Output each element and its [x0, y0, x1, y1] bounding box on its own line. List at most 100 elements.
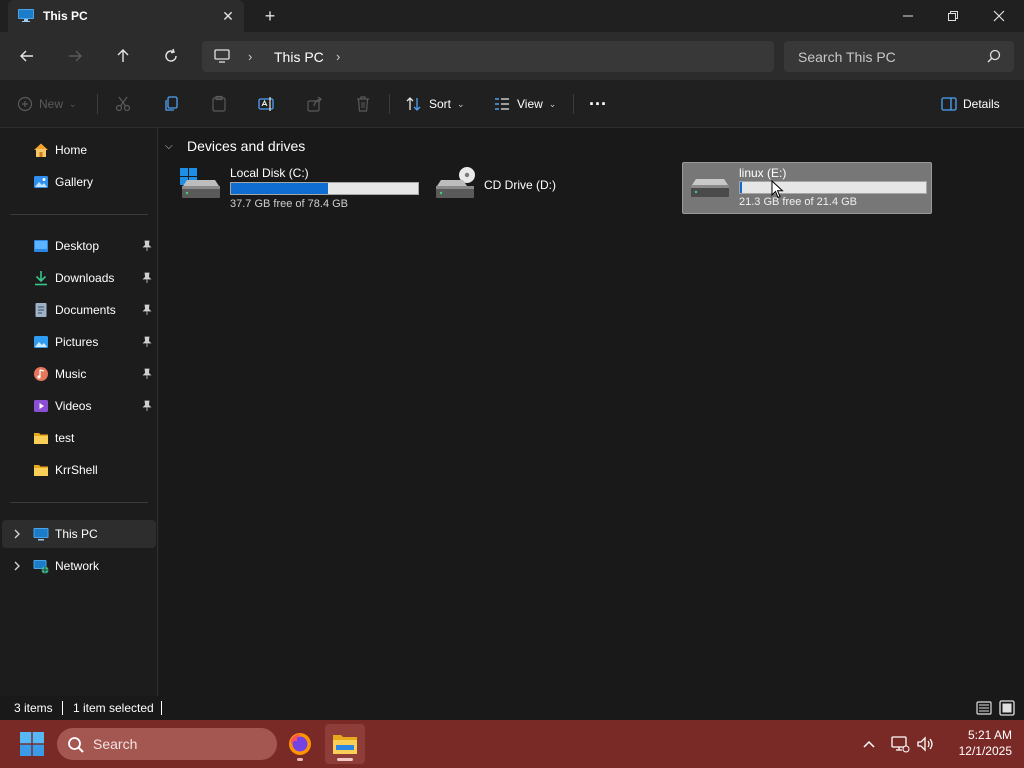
sidebar-item-pictures[interactable]: Pictures: [2, 328, 156, 356]
firefox-icon: [289, 733, 311, 755]
rename-icon: [258, 97, 274, 111]
sort-button[interactable]: Sort ⌄: [405, 92, 465, 116]
new-tab-button[interactable]: +: [258, 6, 282, 26]
group-header-devices[interactable]: ⌵ Devices and drives: [165, 138, 305, 154]
drive-item-e[interactable]: linux (E:) 21.3 GB free of 21.4 GB: [682, 162, 932, 214]
up-button[interactable]: [109, 42, 137, 70]
divider: [97, 94, 98, 114]
minimize-button[interactable]: [885, 0, 931, 32]
details-pane-icon: [941, 97, 957, 111]
chevron-right-icon[interactable]: [12, 560, 22, 572]
drive-item-d[interactable]: CD Drive (D:): [413, 162, 663, 214]
pin-icon[interactable]: [141, 304, 153, 316]
this-pc-icon: [18, 9, 34, 22]
home-icon: [34, 143, 48, 157]
pin-icon[interactable]: [141, 336, 153, 348]
drive-free-space: 21.3 GB free of 21.4 GB: [739, 196, 858, 208]
chevron-right-icon[interactable]: ›: [248, 49, 252, 64]
sidebar-item-gallery[interactable]: Gallery: [2, 168, 156, 196]
address-bar[interactable]: › This PC ›: [202, 41, 774, 72]
desktop-folder-icon: [34, 240, 48, 252]
copy-button[interactable]: [162, 92, 180, 116]
breadcrumb-this-pc[interactable]: This PC: [274, 49, 324, 65]
clock-date: 12/1/2025: [958, 744, 1012, 758]
cut-button[interactable]: [114, 92, 132, 116]
sidebar-item-network[interactable]: Network: [2, 552, 156, 580]
sidebar-item-downloads[interactable]: Downloads: [2, 264, 156, 292]
view-label: View: [517, 97, 543, 111]
taskbar-file-explorer[interactable]: [325, 724, 365, 764]
sidebar-item-documents[interactable]: Documents: [2, 296, 156, 324]
details-view-icon[interactable]: [976, 700, 992, 716]
sidebar-item-label: This PC: [55, 527, 98, 541]
details-label: Details: [963, 97, 1000, 111]
clipboard-icon: [212, 95, 226, 112]
sidebar-item-label: Music: [55, 367, 87, 381]
chevron-down-icon: ⌄: [69, 98, 77, 109]
windows-start-icon[interactable]: [20, 732, 44, 756]
drive-item-c[interactable]: Local Disk (C:) 37.7 GB free of 78.4 GB: [159, 162, 419, 214]
sidebar-item-videos[interactable]: Videos: [2, 392, 156, 420]
pin-icon[interactable]: [141, 368, 153, 380]
title-bar: This PC ✕ +: [0, 0, 1024, 32]
view-button[interactable]: View ⌄: [493, 92, 556, 116]
chevron-right-icon[interactable]: ›: [336, 49, 340, 64]
divider: [161, 701, 162, 715]
chevron-up-icon[interactable]: [859, 734, 879, 754]
drive-name: Local Disk (C:): [230, 166, 309, 180]
pin-icon[interactable]: [141, 272, 153, 284]
drive-usage-fill: [740, 182, 742, 193]
cd-drive-icon: [436, 167, 475, 198]
close-window-button[interactable]: [976, 0, 1022, 32]
monitor-icon: [214, 49, 230, 63]
chevron-right-icon[interactable]: [12, 528, 22, 540]
more-options-button[interactable]: ···: [589, 92, 607, 116]
sidebar-item-label: Gallery: [55, 175, 94, 189]
scissors-icon: [115, 96, 131, 112]
search-icon: [987, 49, 1001, 63]
sidebar-item-home[interactable]: Home: [2, 136, 156, 164]
new-button[interactable]: New ⌄: [17, 92, 77, 116]
divider: [62, 701, 63, 715]
paste-button[interactable]: [210, 92, 228, 116]
folder-icon: [34, 465, 48, 476]
pin-icon[interactable]: [141, 240, 153, 252]
network-status-icon[interactable]: [890, 734, 910, 754]
restore-button[interactable]: [930, 0, 976, 32]
back-button[interactable]: [13, 42, 41, 70]
forward-button[interactable]: [61, 42, 89, 70]
sidebar-item-this-pc[interactable]: This PC: [2, 520, 156, 548]
rename-button[interactable]: [258, 92, 276, 116]
chevron-down-icon[interactable]: ⌵: [165, 141, 177, 152]
pin-icon[interactable]: [141, 400, 153, 412]
drive-name: CD Drive (D:): [484, 178, 556, 192]
plus-circle-icon: [17, 96, 33, 112]
delete-button[interactable]: [354, 92, 372, 116]
tab-this-pc[interactable]: This PC ✕: [8, 0, 244, 32]
refresh-button[interactable]: [157, 42, 185, 70]
large-icons-view-icon[interactable]: [999, 700, 1015, 716]
divider: [10, 502, 148, 503]
file-explorer-icon: [333, 735, 357, 754]
sidebar-item-label: Desktop: [55, 239, 100, 253]
file-list: ⌵ Devices and drives Local Disk (C:) 37.…: [159, 128, 1024, 696]
search-input[interactable]: Search This PC: [798, 49, 896, 65]
sidebar-item-music[interactable]: Music: [2, 360, 156, 388]
close-tab-icon[interactable]: ✕: [218, 6, 238, 26]
search-box[interactable]: Search This PC: [784, 41, 1014, 72]
clock-time: 5:21 AM: [967, 728, 1012, 742]
sidebar-item-label: test: [55, 431, 75, 445]
sidebar-item-krrshell[interactable]: KrrShell: [2, 456, 156, 484]
more-icon: ···: [589, 93, 607, 114]
share-button[interactable]: [306, 92, 324, 116]
details-pane-button[interactable]: Details: [941, 92, 1000, 116]
sidebar-item-desktop[interactable]: Desktop: [2, 232, 156, 260]
taskbar-firefox[interactable]: [280, 724, 320, 764]
taskbar-search[interactable]: Search: [57, 728, 277, 760]
taskbar-search-input[interactable]: Search: [93, 736, 137, 752]
system-clock[interactable]: 5:21 AM 12/1/2025: [940, 727, 1012, 759]
sidebar-item-label: Videos: [55, 399, 92, 413]
sidebar-item-test[interactable]: test: [2, 424, 156, 452]
volume-icon[interactable]: [915, 734, 935, 754]
chevron-down-icon: ⌄: [548, 98, 557, 109]
